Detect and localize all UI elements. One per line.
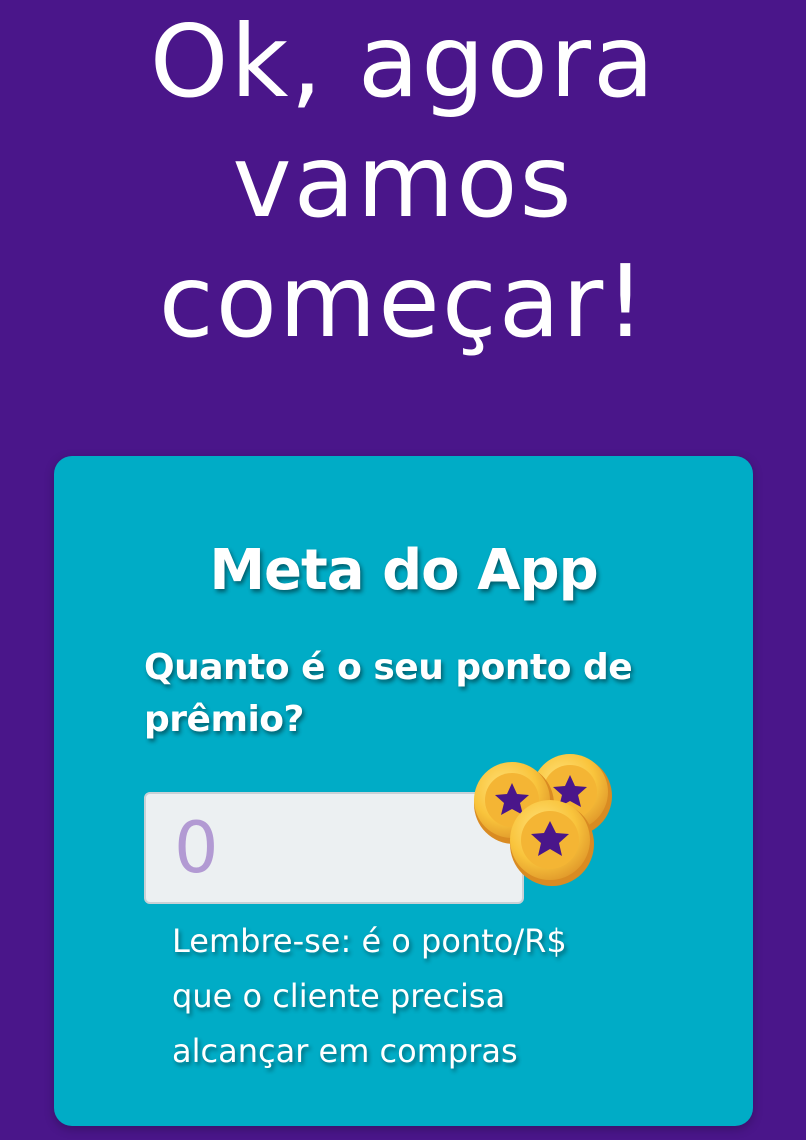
hint-line-3: alcançar em compras [172, 1032, 518, 1070]
points-input[interactable] [144, 792, 524, 904]
headline-line-2: vamos [232, 123, 574, 240]
app-goal-card: Meta do App Quanto é o seu ponto de prêm… [54, 456, 753, 1126]
card-title: Meta do App [209, 538, 598, 603]
headline-line-1: Ok, agora [149, 3, 657, 120]
page-headline: Ok, agora vamos começar! [0, 2, 806, 362]
hint-text: Lembre-se: é o ponto/R$ que o cliente pr… [172, 914, 692, 1079]
points-question: Quanto é o seu ponto de prêmio? [144, 647, 633, 740]
hint-line-2: que o cliente precisa [172, 977, 506, 1015]
hint-line-1: Lembre-se: é o ponto/R$ [172, 922, 567, 960]
headline-line-3: começar! [158, 243, 648, 360]
coins-icon [474, 754, 612, 886]
